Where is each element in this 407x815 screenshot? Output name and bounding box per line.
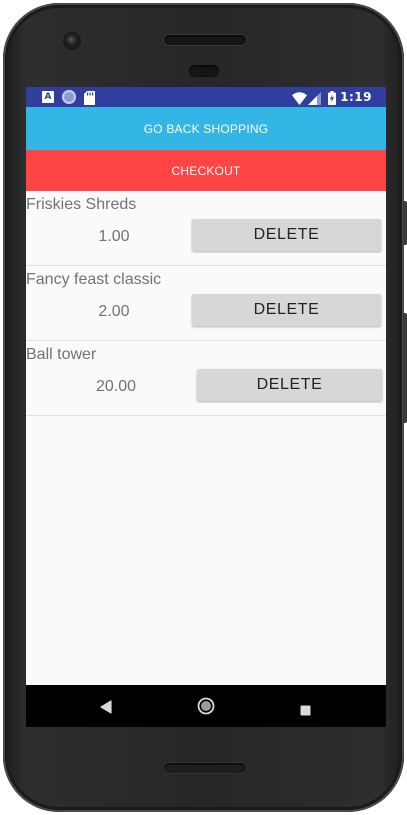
app-screen: A 1:19 GO BACK SHOPPING CHECKOUT Friskie…: [26, 87, 386, 727]
notification-a-icon: A: [42, 91, 54, 103]
sync-circle-icon: [62, 90, 76, 104]
delete-item-button[interactable]: DELETE: [192, 219, 381, 251]
cart-item-price: 2.00: [98, 303, 130, 320]
cart-item: Ball tower 20.00 DELETE: [26, 341, 386, 416]
go-back-shopping-button[interactable]: GO BACK SHOPPING: [26, 107, 386, 150]
cart-item: Fancy feast classic 2.00 DELETE: [26, 266, 386, 341]
power-button: [403, 201, 407, 245]
back-triangle-icon[interactable]: [100, 699, 112, 718]
phone-frame: A 1:19 GO BACK SHOPPING CHECKOUT Friskie…: [3, 3, 407, 812]
navigation-bar: [26, 685, 386, 727]
cart-item-list: Friskies Shreds 1.00 DELETE Fancy feast …: [26, 191, 386, 416]
status-bar-time: 1:19: [340, 90, 372, 104]
home-circle-icon[interactable]: [197, 697, 215, 719]
cart-item-name: Fancy feast classic: [26, 271, 162, 288]
recents-square-icon[interactable]: [300, 701, 311, 720]
earpiece-speaker: [164, 35, 246, 45]
cart-item-name: Friskies Shreds: [26, 196, 137, 213]
bottom-speaker: [164, 763, 246, 773]
status-bar: A 1:19: [26, 87, 386, 107]
delete-item-button[interactable]: DELETE: [197, 369, 382, 401]
proximity-sensor: [189, 65, 219, 77]
front-camera-icon: [65, 34, 79, 48]
volume-rocker: [403, 313, 407, 423]
delete-item-button[interactable]: DELETE: [192, 294, 381, 326]
cart-item-name: Ball tower: [26, 346, 97, 363]
cart-item: Friskies Shreds 1.00 DELETE: [26, 191, 386, 266]
checkout-button[interactable]: CHECKOUT: [26, 150, 386, 191]
cart-item-price: 20.00: [95, 378, 137, 395]
cart-item-price: 1.00: [98, 228, 130, 245]
